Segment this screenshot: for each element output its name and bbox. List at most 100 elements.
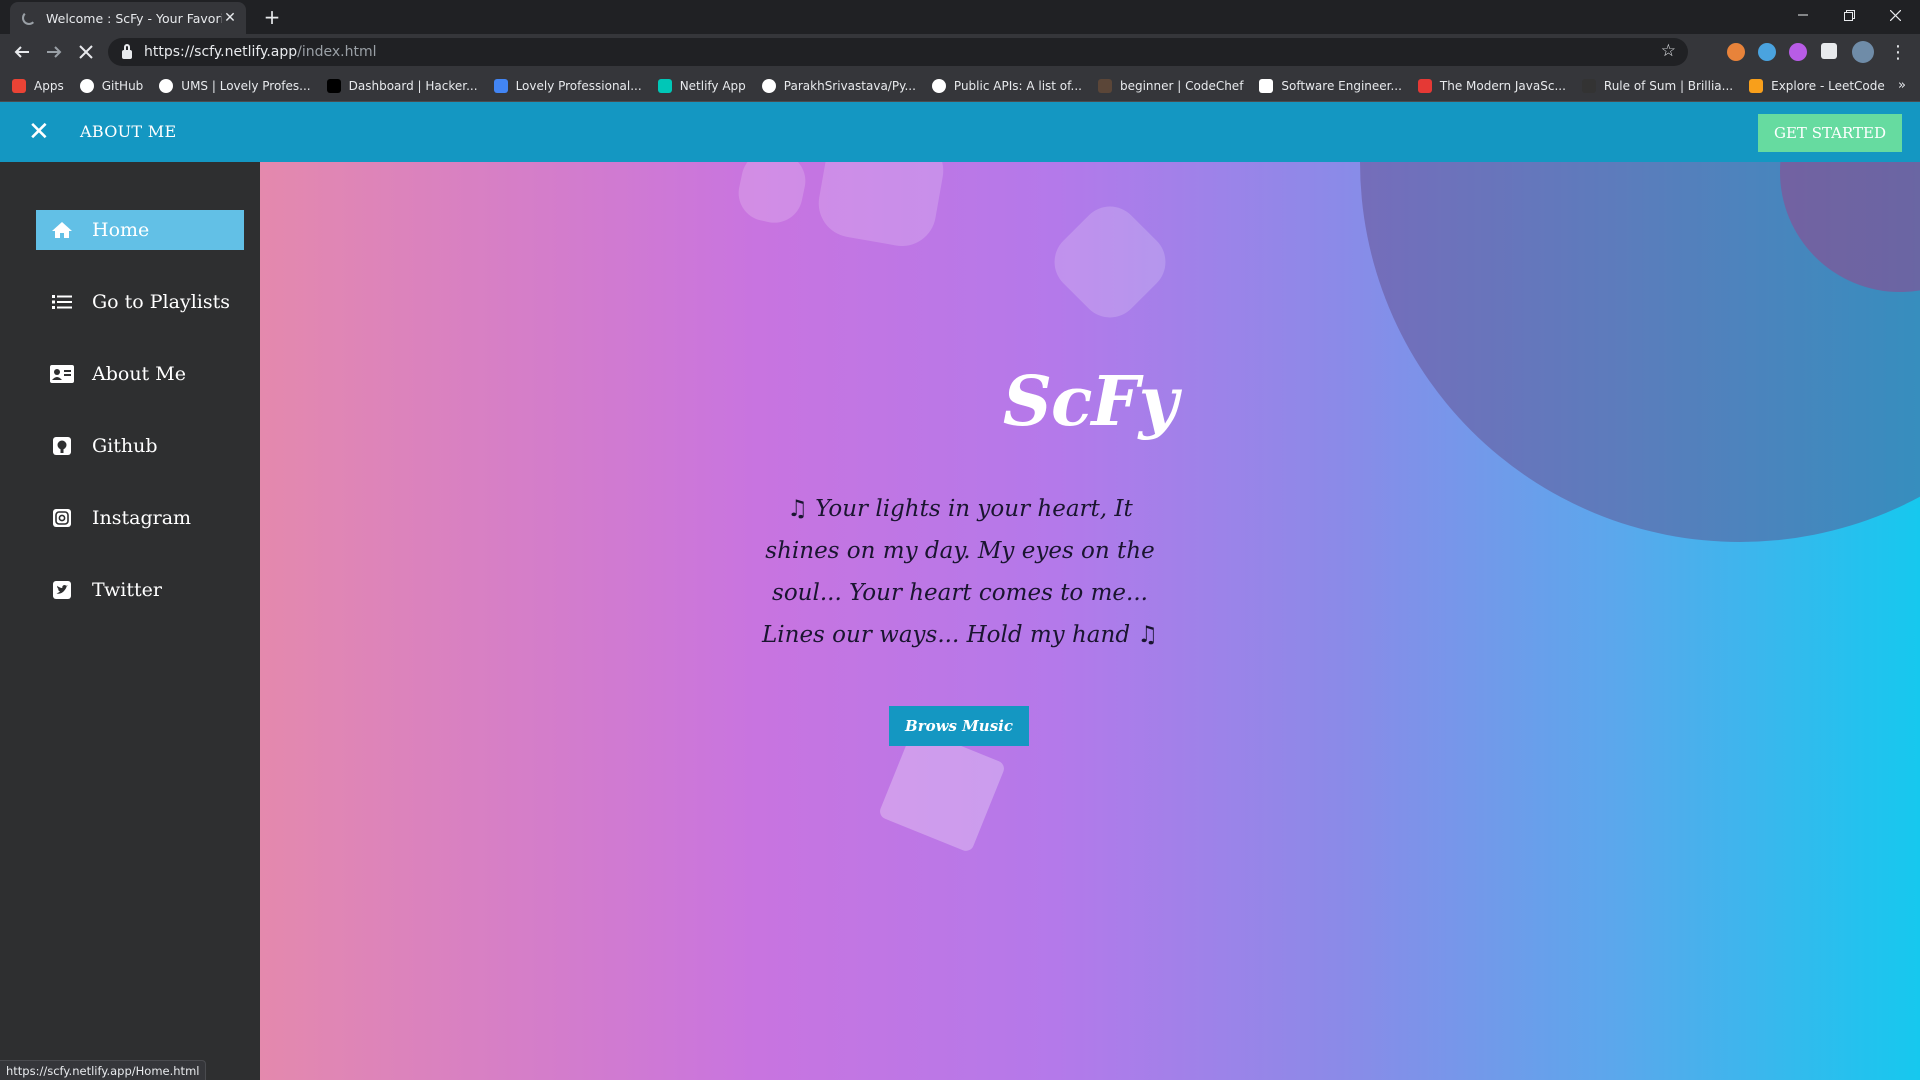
hackerrank-icon — [326, 78, 341, 93]
browser-tab[interactable]: Welcome : ScFy - Your Favorite M ✕ — [10, 2, 246, 34]
bookmark-label: Rule of Sum | Brillia... — [1603, 78, 1734, 93]
bookmark-label: GitHub — [101, 78, 144, 93]
codechef-icon — [1097, 78, 1112, 93]
bookmarks-bar: Apps GitHub UMS | Lovely Profes... Dashboar… — [0, 70, 1920, 102]
instagram-icon — [50, 508, 74, 528]
bookmark-star-icon[interactable]: ☆ — [1661, 41, 1676, 61]
bookmark-label: Public APIs: A list of... — [953, 78, 1082, 93]
header-about-link[interactable]: ABOUT ME — [80, 122, 176, 141]
bookmark-item[interactable]: Netlify App — [657, 78, 746, 93]
cookie-extension-icon[interactable] — [1727, 43, 1745, 61]
url-path: /index.html — [297, 44, 377, 60]
bookmark-label: The Modern JavaSc... — [1439, 78, 1566, 93]
brand-logo: ScFy — [1002, 362, 1178, 442]
tab-close-icon[interactable]: ✕ — [222, 10, 238, 26]
close-icon — [1889, 9, 1901, 21]
bookmark-item[interactable]: Rule of Sum | Brillia... — [1581, 78, 1734, 93]
color-picker-extension-icon[interactable] — [1789, 43, 1807, 61]
bookmark-label: UMS | Lovely Profes... — [181, 78, 311, 93]
infinity-icon — [493, 78, 508, 93]
list-icon — [50, 292, 74, 312]
bookmark-item[interactable]: Public APIs: A list of... — [931, 78, 1082, 93]
get-started-button[interactable]: GET STARTED — [1758, 114, 1902, 152]
bookmark-item[interactable]: Software Engineer... — [1259, 78, 1402, 93]
profile-avatar[interactable] — [1852, 41, 1874, 63]
restore-icon — [1843, 9, 1855, 21]
id-card-icon — [50, 364, 74, 384]
lyrics-text: ♫ Your lights in your heart, It shines o… — [762, 496, 1158, 648]
sidebar-item-label: Instagram — [92, 507, 192, 529]
decorative-shape — [733, 162, 811, 228]
tab-title: Welcome : ScFy - Your Favorite M — [46, 10, 222, 26]
software-icon — [1259, 78, 1274, 93]
github-icon — [79, 78, 94, 93]
window-close-button[interactable] — [1872, 0, 1918, 30]
sidebar-item-home[interactable]: Home — [36, 210, 244, 250]
new-tab-button[interactable]: + — [260, 5, 284, 29]
sidebar-item-github[interactable]: Github — [36, 426, 244, 466]
site-header: ✕ ABOUT ME GET STARTED — [0, 102, 1920, 162]
back-button[interactable] — [10, 40, 34, 64]
javascript-icon — [1417, 78, 1432, 93]
forward-button[interactable] — [42, 40, 66, 64]
restore-button[interactable] — [1826, 0, 1872, 30]
home-icon — [50, 220, 74, 240]
sidebar-item-twitter[interactable]: Twitter — [36, 570, 244, 610]
status-bar-url: https://scfy.netlify.app/Home.html — [0, 1060, 207, 1080]
bookmark-item[interactable]: beginner | CodeChef — [1097, 78, 1244, 93]
bookmark-item[interactable]: Explore - LeetCode — [1749, 78, 1885, 93]
decorative-shape — [1042, 194, 1178, 330]
sidebar-item-instagram[interactable]: Instagram — [36, 498, 244, 538]
bookmark-label: Netlify App — [679, 78, 746, 93]
bookmark-item[interactable]: UMS | Lovely Profes... — [159, 78, 311, 93]
sidebar-item-about-me[interactable]: About Me — [36, 354, 244, 394]
page-viewport: ✕ ABOUT ME GET STARTED Home Go to Playlis… — [0, 102, 1920, 1080]
github-icon — [50, 436, 74, 456]
decorative-shape — [813, 162, 949, 252]
bookmark-label: ParakhSrivastava/Py... — [783, 78, 916, 93]
sidebar-item-label: Go to Playlists — [92, 291, 230, 313]
bookmark-label: Lovely Professional... — [515, 78, 642, 93]
github-icon — [761, 78, 776, 93]
hero-section: ScFy ♫ Your lights in your heart, It shi… — [260, 162, 1920, 1080]
sidebar-item-label: Twitter — [92, 579, 162, 601]
address-bar[interactable]: https://scfy.netlify.app/index.html ☆ — [108, 38, 1688, 66]
apps-grid-icon — [12, 78, 26, 93]
lock-icon — [122, 43, 132, 59]
bookmark-item[interactable]: Lovely Professional... — [493, 78, 642, 93]
minimize-icon — [1798, 14, 1808, 16]
arrow-right-icon — [47, 46, 62, 58]
bookmark-item[interactable]: GitHub — [79, 78, 144, 93]
netlify-icon — [657, 78, 672, 93]
browser-tabstrip: Welcome : ScFy - Your Favorite M ✕ + — [0, 0, 1920, 34]
sidebar-item-go-to-playlists[interactable]: Go to Playlists — [36, 282, 244, 322]
sidebar-item-label: Home — [92, 219, 150, 241]
bookmarks-overflow-icon[interactable]: » — [1898, 78, 1906, 93]
menu-kebab-icon[interactable]: ⋮ — [1886, 40, 1910, 64]
loading-spinner-icon — [22, 11, 36, 25]
bookmark-item[interactable]: The Modern JavaSc... — [1417, 78, 1566, 93]
browse-music-button[interactable]: Brows Music — [889, 706, 1029, 746]
leetcode-icon — [1749, 78, 1764, 93]
puzzle-extensions-icon[interactable] — [1821, 43, 1837, 59]
brilliant-icon — [1581, 78, 1596, 93]
bookmark-item[interactable]: Dashboard | Hacker... — [326, 78, 478, 93]
url-host: https://scfy.netlify.app — [144, 44, 298, 60]
publicapis-icon — [931, 78, 946, 93]
close-sidebar-icon[interactable]: ✕ — [28, 117, 50, 147]
bookmark-label: beginner | CodeChef — [1119, 78, 1244, 93]
bookmark-label: Apps — [34, 78, 64, 93]
extension-icon[interactable] — [1758, 43, 1776, 61]
sidebar: Home Go to Playlists About Me Github Instagr… — [0, 162, 260, 1080]
bookmark-item[interactable]: Apps — [12, 78, 64, 93]
arrow-left-icon — [14, 46, 29, 58]
bookmark-label: Dashboard | Hacker... — [348, 78, 478, 93]
minimize-button[interactable] — [1780, 0, 1826, 30]
stop-loading-button[interactable] — [74, 40, 98, 64]
browser-toolbar: https://scfy.netlify.app/index.html ☆ ⋮ — [0, 34, 1920, 70]
globe-icon — [159, 78, 174, 93]
bookmark-label: Explore - LeetCode — [1771, 78, 1885, 93]
bookmark-item[interactable]: ParakhSrivastava/Py... — [761, 78, 916, 93]
twitter-icon — [50, 580, 74, 600]
stop-icon — [79, 45, 93, 59]
